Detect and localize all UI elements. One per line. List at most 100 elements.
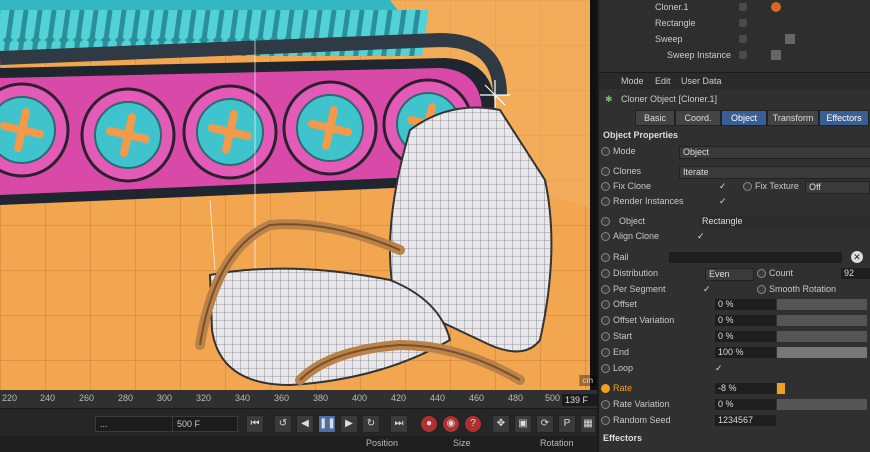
align-clone-checkbox[interactable]: ✓ xyxy=(697,231,705,242)
autokey-button[interactable]: ◉ xyxy=(442,415,460,433)
mode-dropdown[interactable]: Object xyxy=(679,146,870,159)
object-row-rectangle[interactable]: Rectangle xyxy=(599,16,870,31)
end-frame-field[interactable]: 500 F xyxy=(172,416,238,432)
prop-label: Fix Texture xyxy=(755,181,799,191)
timeline-ruler[interactable]: 220 240 260 280 300 320 340 360 380 400 … xyxy=(0,390,597,409)
start-slider[interactable] xyxy=(777,331,867,342)
object-header-title: Cloner Object [Cloner.1] xyxy=(621,94,718,104)
param-key-button[interactable]: P xyxy=(558,415,576,433)
offset-variation-field[interactable]: 0 % xyxy=(715,315,776,326)
param-icon: P xyxy=(563,418,571,429)
object-row-cloner[interactable]: Cloner.1 xyxy=(599,0,870,15)
prop-offset: Offset 0 % xyxy=(599,297,870,312)
step-forward-button[interactable]: ▶ xyxy=(340,415,358,433)
random-seed-field[interactable]: 1234567 xyxy=(715,415,776,426)
animate-dot[interactable] xyxy=(601,182,610,191)
ruler-tick: 220 xyxy=(2,393,18,403)
animate-dot[interactable] xyxy=(757,285,766,294)
animate-dot[interactable] xyxy=(601,167,610,176)
prop-label: Distribution xyxy=(613,268,659,278)
animate-dot[interactable] xyxy=(601,400,610,409)
step-back-button[interactable]: ◀ xyxy=(296,415,314,433)
animate-dot[interactable] xyxy=(601,285,610,294)
prop-label: Loop xyxy=(613,363,634,373)
per-segment-checkbox[interactable]: ✓ xyxy=(703,284,711,295)
tab-coord[interactable]: Coord. xyxy=(675,110,721,126)
next-key-button[interactable]: ↻ xyxy=(362,415,380,433)
scale-key-button[interactable]: ▣ xyxy=(514,415,532,433)
tag-icon[interactable] xyxy=(771,50,781,60)
pla-key-button[interactable]: ▦ xyxy=(580,415,596,433)
prop-object: Object Rectangle xyxy=(599,214,870,229)
rail-link-field[interactable] xyxy=(669,252,842,263)
fix-texture-dropdown[interactable]: Off xyxy=(805,181,870,194)
animate-dot[interactable] xyxy=(601,253,610,262)
rotate-key-button[interactable]: ⟳ xyxy=(536,415,554,433)
count-field[interactable]: 92 xyxy=(841,268,870,279)
offset-slider[interactable] xyxy=(777,299,867,310)
animate-dot[interactable] xyxy=(601,197,610,206)
menu-edit[interactable]: Edit xyxy=(655,76,671,86)
scale-icon: ▣ xyxy=(518,418,528,429)
animate-dot[interactable] xyxy=(601,364,610,373)
menu-mode[interactable]: Mode xyxy=(621,76,644,86)
play-pause-button[interactable]: ❚❚ xyxy=(318,415,336,433)
animate-dot[interactable] xyxy=(601,147,610,156)
object-row-sweep[interactable]: Sweep xyxy=(599,32,870,47)
animate-dot[interactable] xyxy=(601,416,610,425)
autokey-icon: ◉ xyxy=(446,418,456,429)
record-button[interactable]: ● xyxy=(420,415,438,433)
prop-label: Count xyxy=(769,268,794,278)
loop-checkbox[interactable]: ✓ xyxy=(715,363,723,374)
tab-transform[interactable]: Transform xyxy=(767,110,819,126)
prop-label: Random Seed xyxy=(613,415,671,425)
current-frame-field[interactable]: 139 F xyxy=(562,394,597,406)
move-icon: ✥ xyxy=(496,418,506,429)
start-frame-field[interactable]: ... xyxy=(95,416,173,432)
3d-viewport[interactable]: cm xyxy=(0,0,597,390)
animate-dot[interactable] xyxy=(601,384,610,393)
animate-dot[interactable] xyxy=(601,232,610,241)
animate-dot[interactable] xyxy=(757,269,766,278)
rate-field[interactable]: -8 % xyxy=(715,383,776,394)
object-link-field[interactable]: Rectangle xyxy=(699,216,870,227)
start-field[interactable]: 0 % xyxy=(715,331,776,342)
rate-variation-slider[interactable] xyxy=(777,399,867,410)
render-instances-checkbox[interactable]: ✓ xyxy=(719,196,727,207)
previous-key-button[interactable]: ↺ xyxy=(274,415,292,433)
offset-field[interactable]: 0 % xyxy=(715,299,776,310)
go-to-end-button[interactable]: ⏭ xyxy=(390,415,408,433)
tag-icon[interactable] xyxy=(785,34,795,44)
move-key-button[interactable]: ✥ xyxy=(492,415,510,433)
animate-dot[interactable] xyxy=(601,332,610,341)
animate-dot[interactable] xyxy=(601,300,610,309)
animate-dot[interactable] xyxy=(601,348,610,357)
clones-dropdown[interactable]: Iterate xyxy=(679,166,870,179)
record-icon: ● xyxy=(425,418,433,429)
keyframe-selection-button[interactable]: ? xyxy=(464,415,482,433)
animate-dot[interactable] xyxy=(601,269,610,278)
material-tag-icon[interactable] xyxy=(771,2,781,12)
animate-dot[interactable] xyxy=(601,217,610,226)
object-row-sweep-instance[interactable]: Sweep Instance xyxy=(599,48,870,63)
rate-variation-field[interactable]: 0 % xyxy=(715,399,776,410)
menu-user-data[interactable]: User Data xyxy=(681,76,722,86)
animate-dot[interactable] xyxy=(601,316,610,325)
end-slider[interactable] xyxy=(777,347,867,358)
rate-slider[interactable] xyxy=(777,383,785,394)
question-key-icon: ? xyxy=(470,418,476,429)
visibility-dots xyxy=(739,51,747,59)
distribution-dropdown[interactable]: Even xyxy=(705,268,754,281)
fix-clone-checkbox[interactable]: ✓ xyxy=(719,181,727,192)
offset-variation-slider[interactable] xyxy=(777,315,867,326)
clear-link-icon[interactable]: ✕ xyxy=(851,251,863,263)
ruler-tick: 500 xyxy=(545,393,561,403)
end-field[interactable]: 100 % xyxy=(715,347,776,358)
attribute-tabs: Basic Coord. Object Transform Effectors xyxy=(599,110,870,126)
tab-object[interactable]: Object xyxy=(721,110,767,126)
tab-effectors[interactable]: Effectors xyxy=(819,110,869,126)
ruler-tick: 240 xyxy=(40,393,56,403)
animate-dot[interactable] xyxy=(743,182,752,191)
go-to-start-button[interactable]: ⏮ xyxy=(246,415,264,433)
tab-basic[interactable]: Basic xyxy=(635,110,675,126)
